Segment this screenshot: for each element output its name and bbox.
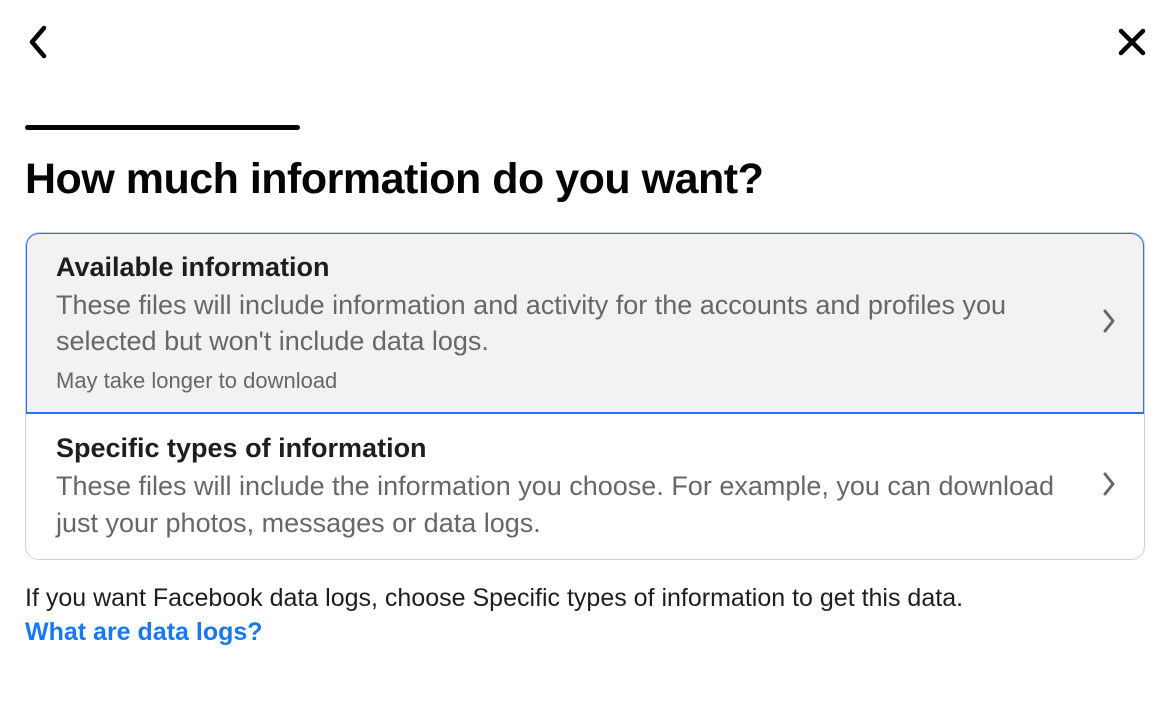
chevron-left-icon [28, 25, 48, 59]
option-description: These files will include information and… [56, 287, 1082, 360]
option-text: Specific types of information These file… [56, 432, 1102, 541]
footer: If you want Facebook data logs, choose S… [0, 560, 1170, 650]
close-button[interactable] [1112, 22, 1152, 62]
chevron-right-icon [1102, 308, 1116, 339]
close-icon [1117, 27, 1147, 57]
data-logs-link[interactable]: What are data logs? [25, 616, 263, 650]
option-available-information[interactable]: Available information These files will i… [25, 232, 1145, 414]
chevron-right-icon [1102, 471, 1116, 502]
option-title: Specific types of information [56, 432, 1082, 466]
page-title: How much information do you want? [25, 155, 1145, 204]
top-bar [0, 0, 1170, 80]
progress-indicator [25, 125, 300, 130]
options-group: Available information These files will i… [25, 232, 1145, 560]
option-specific-types[interactable]: Specific types of information These file… [26, 414, 1144, 559]
option-description: These files will include the information… [56, 468, 1082, 541]
main-content: How much information do you want? Availa… [0, 155, 1170, 560]
footer-text: If you want Facebook data logs, choose S… [25, 584, 963, 612]
back-button[interactable] [18, 22, 58, 62]
option-text: Available information These files will i… [56, 251, 1102, 395]
option-title: Available information [56, 251, 1082, 285]
option-note: May take longer to download [56, 366, 1082, 396]
